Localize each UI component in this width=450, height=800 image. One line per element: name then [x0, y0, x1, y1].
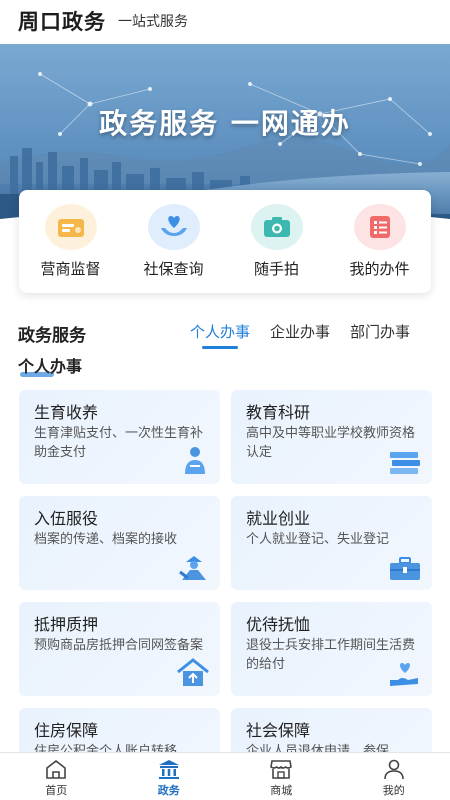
card-desc: 预购商品房抵押合同网签备案	[34, 638, 204, 653]
nav-store[interactable]: 商城	[225, 753, 338, 800]
card-title: 社会保障	[246, 721, 311, 740]
nav-label: 首页	[45, 784, 68, 797]
app-title: 周口政务	[18, 10, 106, 34]
books-icon	[388, 450, 422, 480]
quick-action-label: 我的办件	[349, 260, 410, 278]
card-desc: 个人就业登记、失业登记	[246, 532, 390, 547]
service-card[interactable]: 社会保障 企业人员退休申请、参保	[231, 708, 432, 752]
service-card[interactable]: 抵押质押 预购商品房抵押合同网签备案	[19, 602, 220, 696]
list-icon	[353, 204, 406, 250]
card-desc: 住房公积金个人账户转移	[34, 744, 178, 752]
app-header: 周口政务 一站式服务	[0, 0, 450, 42]
card-title: 生育收养	[34, 403, 99, 422]
banner-slogan: 政务服务 一网通办	[99, 107, 351, 140]
card-desc: 档案的传递、档案的接收	[34, 532, 178, 547]
service-card[interactable]: 就业创业 个人就业登记、失业登记	[231, 496, 432, 590]
quick-action-business-supervision[interactable]: 营商监督	[19, 190, 122, 293]
tab-enterprise[interactable]: 企业办事	[270, 321, 330, 342]
user-icon	[383, 759, 404, 780]
service-card[interactable]: 入伍服役 档案的传递、档案的接收	[19, 496, 220, 590]
quick-action-label: 营商监督	[40, 260, 101, 278]
nav-government[interactable]: 政务	[113, 753, 226, 800]
app-subtitle: 一站式服务	[118, 14, 188, 30]
briefcase-icon	[44, 204, 97, 250]
quick-action-snapshot[interactable]: 随手拍	[225, 190, 328, 293]
tab-personal[interactable]: 个人办事	[190, 321, 250, 349]
card-title: 优待抚恤	[246, 615, 311, 634]
camera-icon	[250, 204, 303, 250]
quick-actions-card: 营商监督 社保查询 随手拍 我的办件	[19, 190, 431, 293]
service-card[interactable]: 生育收养 生育津贴支付、一次性生育补助金支付	[19, 390, 220, 484]
card-title: 住房保障	[34, 721, 99, 740]
nav-label: 我的	[382, 784, 405, 797]
heart-hands-icon	[147, 204, 200, 250]
quick-action-my-affairs[interactable]: 我的办件	[328, 190, 431, 293]
soldier-icon	[178, 552, 210, 586]
service-card[interactable]: 教育科研 高中及中等职业学校教师资格认定	[231, 390, 432, 484]
card-title: 入伍服役	[34, 509, 99, 528]
sub-section-title: 个人办事	[18, 357, 83, 376]
card-title: 就业创业	[246, 509, 311, 528]
section-title: 政务服务	[18, 326, 86, 346]
service-card[interactable]: 住房保障 住房公积金个人账户转移	[19, 708, 220, 752]
government-icon	[158, 760, 179, 779]
service-card[interactable]: 优待抚恤 退役士兵安排工作期间生活费的给付	[231, 602, 432, 696]
nav-home[interactable]: 首页	[0, 753, 113, 800]
card-title: 抵押质押	[34, 615, 99, 634]
quick-action-social-security[interactable]: 社保查询	[122, 190, 225, 293]
quick-action-label: 社保查询	[143, 260, 204, 278]
nav-label: 政务	[157, 784, 180, 797]
person-icon	[180, 444, 210, 480]
service-tabs: 个人办事 企业办事 部门办事	[190, 321, 430, 349]
hand-heart-icon	[388, 660, 422, 692]
quick-action-label: 随手拍	[253, 260, 299, 278]
house-icon	[176, 658, 210, 692]
toolbox-icon	[388, 556, 422, 586]
bottom-nav: 首页 政务 商城 我的	[0, 752, 450, 800]
tab-department[interactable]: 部门办事	[350, 321, 410, 342]
home-icon	[46, 759, 67, 779]
nav-label: 商城	[270, 784, 293, 797]
card-desc: 企业人员退休申请、参保	[246, 744, 390, 752]
store-icon	[270, 760, 293, 779]
nav-profile[interactable]: 我的	[338, 753, 450, 800]
service-card-grid: 生育收养 生育津贴支付、一次性生育补助金支付 教育科研 高中及中等职业学校教师资…	[19, 390, 432, 752]
card-title: 教育科研	[246, 403, 311, 422]
